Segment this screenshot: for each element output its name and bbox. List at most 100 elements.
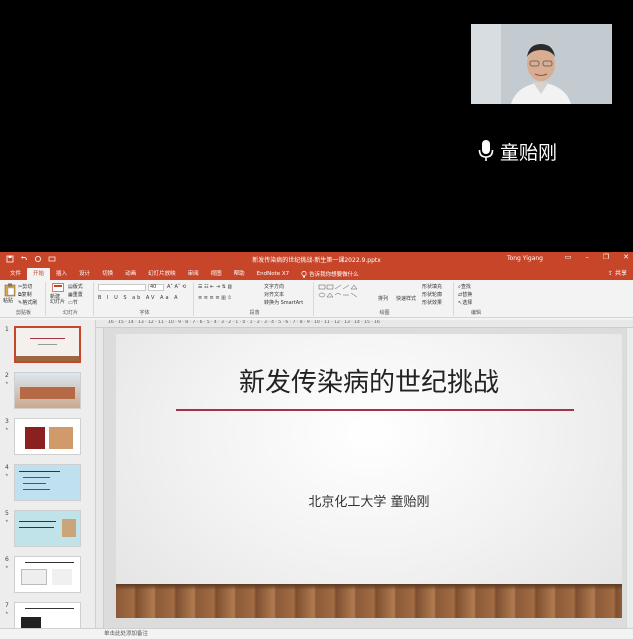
- slide-thumbnail-5[interactable]: [14, 510, 81, 547]
- lightbulb-icon: [301, 270, 307, 277]
- arrange-button[interactable]: 排列: [378, 295, 388, 302]
- paragraph-group: ☰ ☷ ⇤ ⇥ ⇅ ▥ ≡ ≡ ≡ ≡ ▥ ⇳ 文字方向 对齐文本 转换为 Sm…: [196, 282, 314, 316]
- thumb-number-7: 7: [5, 602, 9, 609]
- share-button[interactable]: ⇪ 共享: [608, 268, 627, 277]
- thumb-star-3: ★: [5, 426, 9, 431]
- grow-font-icon[interactable]: A˄ A˅ ⟲: [167, 284, 186, 290]
- clipboard-group: 粘贴 ✂剪切 ⧉复制 ✎格式刷 剪贴板: [2, 282, 46, 316]
- ribbon-tabs: 文件 开始 插入 设计 切换 动画 幻灯片放映 审阅 视图 帮助 EndNote…: [0, 266, 633, 280]
- tab-slideshow[interactable]: 幻灯片放映: [142, 268, 182, 280]
- font-size-box[interactable]: 40: [148, 284, 164, 291]
- replace-label: 替换: [462, 292, 473, 298]
- speaker-video-image: [471, 24, 612, 104]
- tab-animations[interactable]: 动画: [119, 268, 142, 280]
- thumb-star-5: ★: [5, 518, 9, 523]
- slides-group: 新建 幻灯片 ▤版式 ▦重置 ▭节 幻灯片: [48, 282, 94, 316]
- restore-icon[interactable]: ❐: [603, 253, 609, 261]
- paste-icon[interactable]: [4, 283, 16, 297]
- tab-home[interactable]: 开始: [27, 268, 51, 280]
- tell-me-text: 告诉我你想要做什么: [309, 272, 359, 278]
- new-slide-button[interactable]: 新建 幻灯片: [50, 295, 65, 305]
- select-label: 选择: [462, 300, 473, 306]
- shape-outline-button[interactable]: 形状轮廓: [422, 291, 442, 298]
- title-underline: [176, 409, 574, 411]
- shape-effects-button[interactable]: 形状效果: [422, 299, 442, 306]
- thumb-number-1: 1: [5, 326, 9, 333]
- thumb-number-4: 4: [5, 464, 9, 471]
- tab-insert[interactable]: 插入: [50, 268, 73, 280]
- shape-fill-button[interactable]: 形状填充: [422, 283, 442, 290]
- minimize-icon[interactable]: –: [585, 253, 589, 261]
- microphone-icon: [478, 140, 494, 161]
- slide-thumbnail-6[interactable]: [14, 556, 81, 593]
- speaker-name: 童贻刚: [500, 141, 558, 164]
- text-direction-button[interactable]: 文字方向: [264, 283, 284, 290]
- window-controls: ▭ – ❐ ✕: [565, 253, 629, 261]
- current-slide[interactable]: 新发传染病的世纪挑战 北京化工大学 童贻刚: [116, 334, 622, 618]
- copy-button[interactable]: ⧉复制: [18, 291, 32, 298]
- tab-review[interactable]: 审阅: [182, 268, 205, 280]
- slides-group-label: 幻灯片: [62, 310, 78, 316]
- paragraph-group-label: 段落: [249, 310, 260, 316]
- section-button[interactable]: ▭节: [68, 299, 78, 306]
- section-label: 节: [72, 300, 78, 306]
- ruler-text: 16 · 15 · 14 · 13 · 12 · 11 · 10 · 9 · 8…: [108, 320, 380, 325]
- align-icons[interactable]: ≡ ≡ ≡ ≡ ▥ ⇳: [198, 295, 232, 301]
- ribbon-display-icon[interactable]: ▭: [565, 253, 572, 261]
- slide-thumbnail-3[interactable]: [14, 418, 81, 455]
- copy-label: 复制: [21, 292, 32, 298]
- close-icon[interactable]: ✕: [623, 253, 629, 261]
- quick-styles-button[interactable]: 快速样式: [396, 295, 416, 302]
- title-bar: 新发传染病的世纪挑战-新生第一课2022.9.pptx Tong Yigang …: [0, 252, 633, 266]
- ribbon: 粘贴 ✂剪切 ⧉复制 ✎格式刷 剪贴板 新建 幻灯片 ▤版式 ▦重置 ▭节 幻灯…: [0, 280, 633, 318]
- find-button[interactable]: ⌕查找: [458, 283, 471, 290]
- layout-button[interactable]: ▤版式: [68, 283, 83, 290]
- thumb-star-7: ★: [5, 610, 9, 615]
- find-label: 查找: [460, 284, 471, 290]
- slide-thumbnail-2[interactable]: [14, 372, 81, 409]
- reset-button[interactable]: ▦重置: [68, 291, 83, 298]
- share-label: 共享: [614, 270, 627, 277]
- paste-button[interactable]: 粘贴: [3, 297, 13, 304]
- vertical-scrollbar[interactable]: [626, 328, 633, 628]
- tab-file[interactable]: 文件: [4, 268, 27, 280]
- font-format-buttons[interactable]: B I U S ab AV Aa A: [98, 295, 180, 301]
- bullets-icons[interactable]: ☰ ☷ ⇤ ⇥ ⇅ ▥: [198, 284, 232, 290]
- format-painter-label: 格式刷: [22, 300, 38, 306]
- replace-button[interactable]: ⇄替换: [458, 291, 472, 298]
- tab-transitions[interactable]: 切换: [96, 268, 119, 280]
- tab-design[interactable]: 设计: [73, 268, 96, 280]
- thumb-number-3: 3: [5, 418, 9, 425]
- tab-endnote[interactable]: EndNote X7: [251, 268, 296, 280]
- smartart-button[interactable]: 转换为 SmartArt: [264, 299, 303, 306]
- slide-title[interactable]: 新发传染病的世纪挑战: [116, 362, 622, 399]
- select-button[interactable]: ↖选择: [458, 299, 472, 306]
- user-name[interactable]: Tong Yigang: [507, 255, 543, 262]
- notes-placeholder: 单击此处添加备注: [104, 631, 149, 637]
- drawing-group-label: 绘图: [379, 310, 390, 316]
- thumb-star-4: ★: [5, 472, 9, 477]
- new-slide-icon[interactable]: [52, 283, 64, 294]
- wood-floor-background: [116, 584, 622, 618]
- slide-author[interactable]: 北京化工大学 童贻刚: [116, 491, 622, 510]
- slide-thumbnail-pane: 1 2 ★ 3 ★ 4 ★ 5 ★ 6 ★ 7 ★: [0, 320, 96, 639]
- tab-help[interactable]: 帮助: [228, 268, 251, 280]
- tell-me-box[interactable]: 告诉我你想要做什么: [295, 268, 359, 280]
- align-text-button[interactable]: 对齐文本: [264, 291, 284, 298]
- cut-button[interactable]: ✂剪切: [18, 283, 32, 290]
- editing-group: ⌕查找 ⇄替换 ↖选择 编辑: [456, 282, 496, 316]
- notes-bar[interactable]: 单击此处添加备注: [0, 628, 633, 639]
- vertical-ruler: [96, 328, 104, 628]
- font-group-label: 字体: [139, 310, 150, 316]
- font-name-box[interactable]: [98, 284, 146, 291]
- format-painter-button[interactable]: ✎格式刷: [18, 299, 37, 306]
- speaker-video: [471, 24, 612, 104]
- clipboard-group-label: 剪贴板: [15, 310, 31, 316]
- layout-label: 版式: [72, 284, 83, 290]
- shapes-gallery-icon[interactable]: [318, 284, 374, 302]
- reset-label: 重置: [72, 292, 83, 298]
- font-group: 40 A˄ A˅ ⟲ B I U S ab AV Aa A 字体: [96, 282, 194, 316]
- tab-view[interactable]: 视图: [205, 268, 228, 280]
- slide-thumbnail-4[interactable]: [14, 464, 81, 501]
- slide-thumbnail-1[interactable]: [14, 326, 81, 363]
